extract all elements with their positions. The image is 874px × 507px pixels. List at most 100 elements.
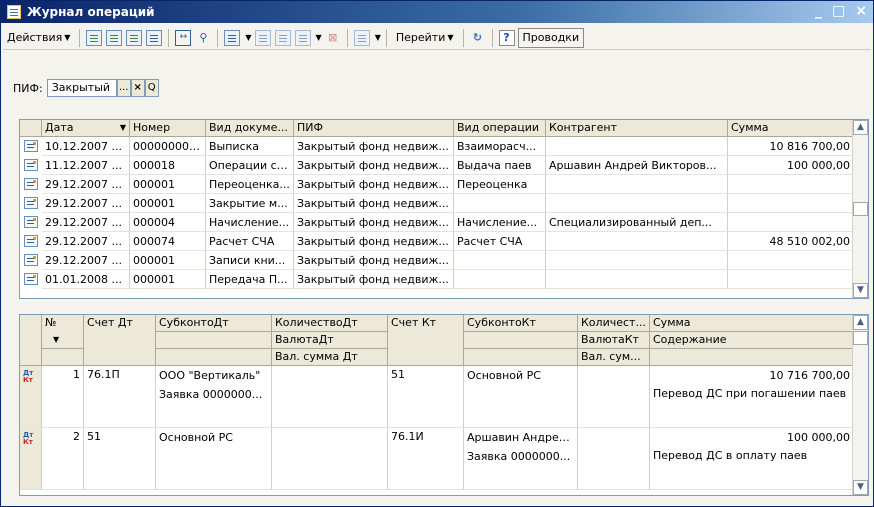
cell-counterparty (546, 194, 728, 213)
cell-sub-dt-1: Основной РС (156, 428, 272, 448)
cell-date: 29.12.2007 ... (42, 175, 130, 194)
column-header-doc-type[interactable]: Вид докуме... (206, 120, 294, 137)
cell-number: 000074 (130, 232, 206, 251)
cell-number: 000001 (130, 251, 206, 270)
cell-doc-type: Расчет СЧА (206, 232, 294, 251)
journal-scrollbar[interactable]: ▲ ▼ (852, 120, 868, 298)
column-header-currency-dt[interactable]: ВалютаДт (272, 332, 388, 349)
cell-number: 000018 (130, 156, 206, 175)
journal-table[interactable]: Дата ▼ Номер Вид докуме... ПИФ Вид опера… (19, 119, 869, 299)
entries-button[interactable]: Проводки (517, 27, 585, 48)
scroll-down-arrow[interactable]: ▼ (853, 480, 868, 495)
column-header-date[interactable]: Дата ▼ (42, 120, 130, 137)
column-header-acc-dt[interactable]: Счет Дт (84, 315, 156, 366)
goto-label: Перейти (395, 31, 446, 44)
filter-history-icon[interactable] (294, 29, 311, 46)
document-icon (24, 197, 38, 209)
cell-pif: Закрытый фонд недвиж... (294, 175, 454, 194)
column-header-amount[interactable]: Сумма (728, 120, 854, 137)
cell-operation-type: Взаиморасч... (454, 137, 546, 156)
minimize-button[interactable]: _ (815, 3, 822, 19)
copy-icon[interactable] (106, 29, 123, 46)
entries-label: Проводки (522, 31, 580, 44)
sort-desc-icon: ▼ (53, 335, 60, 344)
filter-value-icon[interactable] (274, 29, 291, 46)
scroll-up-arrow[interactable]: ▲ (853, 120, 868, 135)
pif-label: ПИФ: (13, 81, 43, 95)
scroll-thumb[interactable] (853, 202, 868, 216)
document-icon (24, 235, 38, 247)
edit-icon[interactable] (126, 29, 143, 46)
row-icon-header (20, 120, 42, 137)
cell-sum: 10 716 700,00 (650, 366, 854, 386)
column-header-pif[interactable]: ПИФ (294, 120, 454, 137)
column-header-cur-sum-kt[interactable]: Вал. сум... (578, 349, 650, 366)
column-header-sum[interactable]: Сумма (650, 315, 854, 332)
column-header-date-label: Дата (45, 121, 74, 134)
filter-icon[interactable] (254, 29, 271, 46)
column-header-qty-kt[interactable]: Количест... (578, 315, 650, 332)
column-header-sub-dt[interactable]: СубконтоДт (156, 315, 272, 332)
goto-menu[interactable]: Перейти ▼ (392, 28, 458, 48)
column-header-counterparty[interactable]: Контрагент (546, 120, 728, 137)
cell-date: 01.01.2008 ... (42, 270, 130, 289)
cell-amount (728, 270, 854, 289)
disable-filter-icon[interactable]: ⊠ (325, 30, 341, 46)
scroll-down-arrow[interactable]: ▼ (853, 283, 868, 298)
cell-counterparty: Аршавин Андрей Викторов... (546, 156, 728, 175)
cell-amount (728, 194, 854, 213)
scroll-thumb[interactable] (853, 331, 868, 345)
cell-sub-dt-2 (156, 448, 272, 490)
close-button[interactable]: × (855, 3, 867, 19)
column-header-currency-kt[interactable]: ВалютаКт (578, 332, 650, 349)
find-icon[interactable]: ⚲ (195, 30, 211, 46)
cell-date: 29.12.2007 ... (42, 251, 130, 270)
cell-date: 10.12.2007 ... (42, 137, 130, 156)
cell-amount (728, 175, 854, 194)
interval-icon[interactable]: ↔ (175, 29, 192, 46)
column-header-n-spacer (42, 349, 84, 366)
delete-mark-icon[interactable] (146, 29, 163, 46)
scroll-up-arrow[interactable]: ▲ (853, 315, 868, 330)
add-icon[interactable] (86, 29, 103, 46)
document-icon (24, 273, 38, 285)
column-header-n[interactable]: № ▼ (42, 315, 84, 349)
cell-number: 000001 (130, 194, 206, 213)
maximize-button[interactable]: □ (832, 3, 845, 19)
entries-table[interactable]: № ▼ Счет Дт СубконтоДт КоличествоДт Валю… (19, 314, 869, 496)
sort-desc-icon: ▼ (119, 123, 126, 132)
cell-date: 11.12.2007 ... (42, 156, 130, 175)
cell-counterparty: Специализированный деп... (546, 213, 728, 232)
cell-n: 1 (42, 366, 84, 428)
column-header-content[interactable]: Содержание (650, 332, 854, 349)
cell-operation-type: Начисление... (454, 213, 546, 232)
column-header-sub-kt[interactable]: СубконтоКт (464, 315, 578, 332)
cell-pif: Закрытый фонд недвиж... (294, 213, 454, 232)
cell-pif: Закрытый фонд недвиж... (294, 156, 454, 175)
column-header-sub-kt-2 (464, 332, 578, 349)
column-header-acc-kt[interactable]: Счет Кт (388, 315, 464, 366)
title-bar: Журнал операций _ □ × (1, 1, 873, 23)
column-header-qty-dt[interactable]: КоличествоДт (272, 315, 388, 332)
pif-select-button[interactable]: ... (116, 79, 131, 97)
list-structure-icon[interactable] (224, 29, 241, 46)
help-icon[interactable]: ? (498, 29, 515, 46)
pif-clear-button[interactable]: × (130, 79, 145, 97)
cell-sub-kt-1: Основной РС (464, 366, 578, 386)
column-header-sub-dt-2 (156, 332, 272, 349)
actions-label: Действия (7, 31, 63, 44)
cell-pif: Закрытый фонд недвиж... (294, 137, 454, 156)
cell-qty-kt (578, 366, 650, 428)
actions-menu[interactable]: Действия ▼ (3, 28, 74, 48)
column-header-number[interactable]: Номер (130, 120, 206, 137)
refresh-icon[interactable]: ↻ (470, 30, 486, 46)
pif-input[interactable]: Закрытый (46, 79, 117, 97)
entries-scrollbar[interactable]: ▲ ▼ (852, 315, 868, 495)
pif-search-button[interactable]: Q (144, 79, 159, 97)
cell-amount (728, 213, 854, 232)
print-icon[interactable] (353, 29, 370, 46)
column-header-cur-sum-dt[interactable]: Вал. сумма Дт (272, 349, 388, 366)
column-header-operation-type[interactable]: Вид операции (454, 120, 546, 137)
cell-pif: Закрытый фонд недвиж... (294, 270, 454, 289)
kt-label: Кт (23, 376, 33, 384)
